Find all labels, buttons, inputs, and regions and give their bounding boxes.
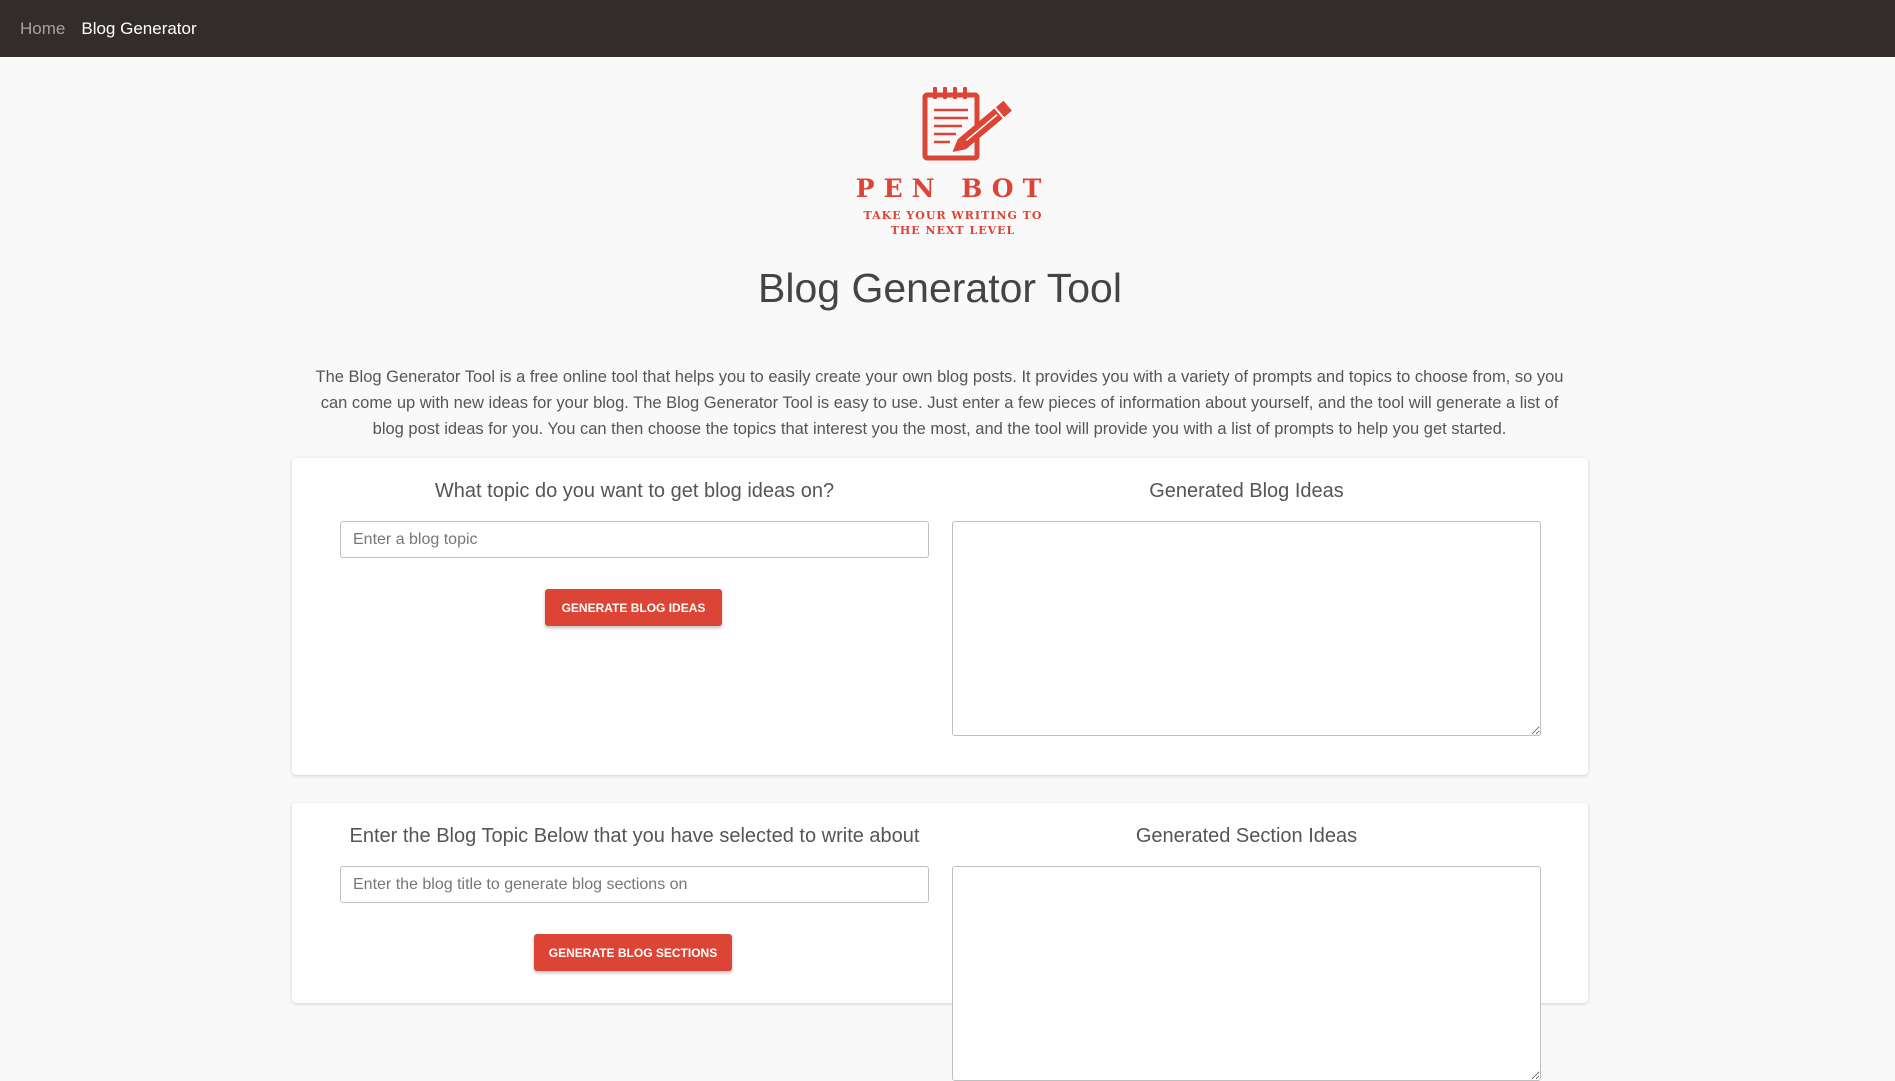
blog-topic-input[interactable]	[340, 521, 929, 558]
generated-sections-output[interactable]	[952, 866, 1541, 1081]
generated-ideas-heading: Generated Blog Ideas	[1149, 480, 1344, 502]
blog-title-input[interactable]	[340, 866, 929, 903]
generate-blog-ideas-button[interactable]: Generate Blog Ideas	[545, 589, 722, 626]
generated-sections-heading: Generated Section Ideas	[1135, 825, 1358, 847]
pen-bot-logo: PEN BOT TAKE YOUR WRITING TO THE NEXT LE…	[850, 86, 1056, 238]
brand-name: PEN BOT	[855, 174, 1051, 203]
intro-paragraph: The Blog Generator Tool is a free online…	[315, 368, 1564, 438]
generated-ideas-output[interactable]	[952, 521, 1541, 736]
top-navbar: Home Blog Generator	[0, 0, 1895, 57]
nav-home-link[interactable]: Home	[20, 19, 65, 39]
blog-ideas-card: What topic do you want to get blog ideas…	[292, 458, 1588, 775]
blog-sections-card: Enter the Blog Topic Below that you have…	[292, 803, 1588, 1081]
section-topic-heading: Enter the Blog Topic Below that you have…	[349, 825, 920, 847]
brand-tagline: TAKE YOUR WRITING TO THE NEXT LEVEL	[863, 209, 1043, 237]
blog-topic-heading: What topic do you want to get blog ideas…	[434, 480, 835, 502]
page-title: Blog Generator Tool	[758, 265, 1122, 311]
nav-blog-generator-link[interactable]: Blog Generator	[81, 19, 196, 39]
generate-blog-sections-button[interactable]: Generate Blog Sections	[534, 934, 732, 971]
notepad-pencil-icon	[922, 87, 1012, 161]
